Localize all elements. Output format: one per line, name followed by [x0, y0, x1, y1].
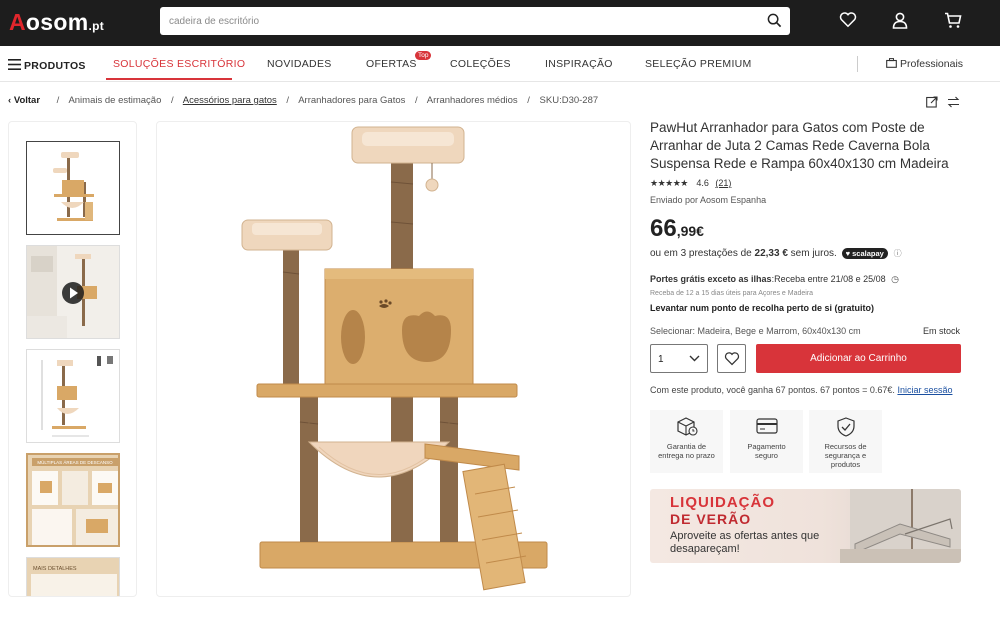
breadcrumb-medium-scratchers[interactable]: Arranhadores médios: [427, 95, 518, 106]
main-product-image[interactable]: [156, 121, 631, 597]
reviews-link[interactable]: (21): [715, 178, 731, 188]
breadcrumb: ‹ Voltar / Animais de estimação / Acessó…: [8, 95, 599, 106]
rating-row[interactable]: ★★★★★ 4.6 (21): [650, 178, 731, 189]
rating-value: 4.6: [696, 178, 709, 188]
scalapay-badge[interactable]: ♥ scalapay: [841, 248, 888, 259]
clock-icon: ◷: [891, 274, 900, 284]
thumbnail-4[interactable]: MÚLTIPLAS ÁREAS DE DESCANSO: [26, 453, 120, 547]
search-input[interactable]: [160, 7, 740, 35]
product-title: PawHut Arranhador para Gatos com Poste d…: [650, 120, 949, 171]
top-bar: Aosom.pt: [0, 0, 1000, 46]
nav-professionals[interactable]: Professionais: [886, 58, 963, 70]
account-user-icon[interactable]: [892, 12, 908, 34]
main-nav: PRODUTOS SOLUÇÕES ESCRITÓRIO NOVIDADES O…: [0, 46, 1000, 82]
stock-status: Em stock: [922, 326, 960, 336]
thumbnail-5[interactable]: MAIS DETALHES: [26, 557, 120, 596]
star-rating-icon: ★★★★★: [650, 178, 688, 188]
variant-select-label: Selecionar: Madeira, Bege e Marrom, 60x4…: [650, 326, 960, 336]
search-icon[interactable]: [767, 13, 782, 33]
svg-text:MAIS DETALHES: MAIS DETALHES: [33, 566, 77, 572]
add-to-wishlist-button[interactable]: [717, 344, 746, 373]
nav-divider: [857, 56, 858, 72]
add-to-cart-button[interactable]: Adicionar ao Carrinho: [756, 344, 961, 373]
breadcrumb-cat-accessories[interactable]: Acessórios para gatos: [183, 95, 277, 106]
banner-title-line2: DE VERÃO: [670, 511, 752, 527]
pickup-info: Levantar num ponto de recolha perto de s…: [650, 303, 875, 313]
wishlist-heart-icon[interactable]: [839, 12, 857, 33]
feature-safety-resources: Recursos de segurança e produtos: [809, 410, 882, 473]
nav-collections[interactable]: COLEÇÕES: [450, 58, 511, 70]
cart-icon[interactable]: [944, 12, 962, 34]
box-clock-icon: [676, 417, 698, 436]
shipping-info: Portes grátis exceto as ilhas:Receba ent…: [650, 274, 900, 284]
product-info: PawHut Arranhador para Gatos com Poste d…: [650, 119, 962, 563]
seller-info: Enviado por Aosom Espanha: [650, 195, 767, 205]
banner-subtitle: Aproveite as ofertas antes que desapareç…: [670, 530, 820, 555]
summer-sale-banner[interactable]: LIQUIDAÇÃO DE VERÃO Aproveite as ofertas…: [650, 489, 961, 563]
info-icon[interactable]: ⓘ: [894, 249, 902, 258]
search-box[interactable]: [160, 7, 790, 35]
active-tab-underline: [106, 78, 232, 80]
thumbnail-3[interactable]: [26, 349, 120, 443]
compare-icon[interactable]: [947, 95, 960, 113]
price: 66,99€: [650, 215, 704, 242]
back-link[interactable]: ‹ Voltar: [8, 95, 47, 106]
heart-icon: [724, 352, 740, 366]
nav-inspiration[interactable]: INSPIRAÇÃO: [545, 58, 613, 70]
thumbnail-2-video[interactable]: [26, 245, 120, 339]
nav-office-solutions[interactable]: SOLUÇÕES ESCRITÓRIO: [113, 58, 245, 70]
islands-note: Receba de 12 a 15 dias úteis para Açores…: [650, 290, 814, 297]
products-menu[interactable]: PRODUTOS: [8, 59, 86, 72]
feature-secure-payment: Pagamento seguro: [730, 410, 803, 473]
nav-offers[interactable]: OFERTAS: [366, 58, 417, 70]
menu-icon: [8, 59, 21, 70]
briefcase-icon: [886, 58, 897, 68]
thumbnail-strip: MÚLTIPLAS ÁREAS DE DESCANSO MAIS DETALHE…: [8, 121, 137, 597]
chevron-down-icon: [689, 354, 700, 365]
shield-check-icon: [836, 417, 855, 437]
thumbnail-1[interactable]: [26, 141, 120, 235]
feature-on-time-delivery: Garantia de entrega no prazo: [650, 410, 723, 473]
logo[interactable]: Aosom.pt: [9, 9, 104, 36]
credit-card-icon: [755, 418, 778, 434]
breadcrumb-cat-scratchers[interactable]: Arranhadores para Gatos: [298, 95, 405, 106]
login-link[interactable]: Iniciar sessão: [897, 385, 952, 395]
breadcrumb-sku: SKU:D30-287: [539, 95, 599, 106]
installments-info: ou em 3 prestações de 22,33 € sem juros.…: [650, 248, 902, 259]
nav-premium-selection[interactable]: SELEÇÃO PREMIUM: [645, 58, 752, 70]
breadcrumb-pets[interactable]: Animais de estimação: [68, 95, 161, 106]
banner-title-line1: LIQUIDAÇÃO: [670, 494, 775, 511]
points-info: Com este produto, você ganha 67 pontos. …: [650, 385, 953, 395]
top-badge: Top: [415, 51, 432, 60]
svg-text:MÚLTIPLAS ÁREAS DE DESCANSO: MÚLTIPLAS ÁREAS DE DESCANSO: [37, 459, 113, 465]
quantity-select[interactable]: 1: [650, 344, 708, 373]
share-icon[interactable]: [926, 95, 938, 113]
nav-novelties[interactable]: NOVIDADES: [267, 58, 332, 70]
